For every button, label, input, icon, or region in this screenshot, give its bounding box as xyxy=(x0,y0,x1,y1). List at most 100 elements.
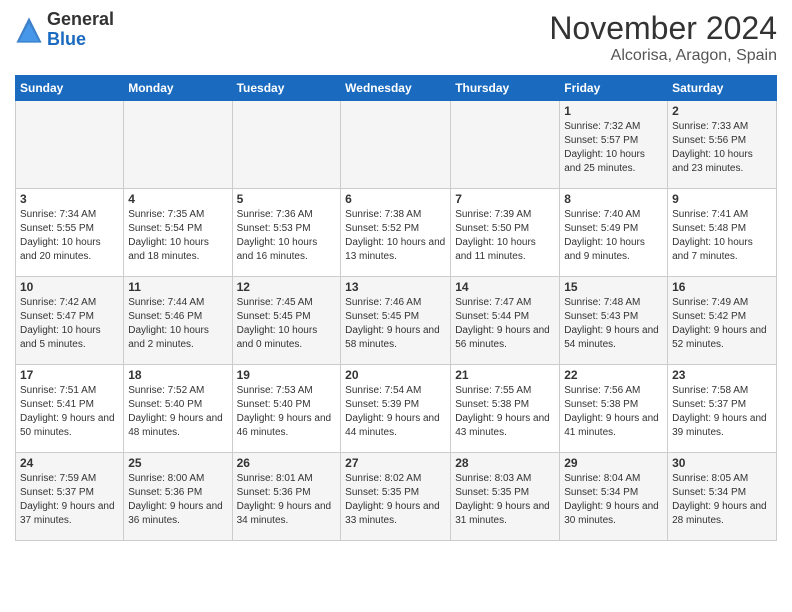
header: General Blue November 2024 Alcorisa, Ara… xyxy=(15,10,777,65)
calendar-cell: 28 Sunrise: 8:03 AM Sunset: 5:35 PM Dayli… xyxy=(451,453,560,541)
month-title: November 2024 xyxy=(549,10,777,47)
calendar-cell: 10 Sunrise: 7:42 AM Sunset: 5:47 PM Dayli… xyxy=(16,277,124,365)
day-info: Sunrise: 8:00 AM Sunset: 5:36 PM Dayligh… xyxy=(128,472,227,528)
day-number: 2 xyxy=(672,104,772,118)
day-info: Sunrise: 7:39 AM Sunset: 5:50 PM Dayligh… xyxy=(455,208,555,264)
day-number: 28 xyxy=(455,456,555,470)
day-number: 15 xyxy=(564,280,663,294)
day-number: 14 xyxy=(455,280,555,294)
logo: General Blue xyxy=(15,10,114,50)
day-number: 26 xyxy=(237,456,337,470)
day-info: Sunrise: 7:59 AM Sunset: 5:37 PM Dayligh… xyxy=(20,472,119,528)
day-info: Sunrise: 7:52 AM Sunset: 5:40 PM Dayligh… xyxy=(128,384,227,440)
day-info: Sunrise: 7:42 AM Sunset: 5:47 PM Dayligh… xyxy=(20,296,119,352)
calendar-cell: 1 Sunrise: 7:32 AM Sunset: 5:57 PM Daylig… xyxy=(560,101,668,189)
day-number: 21 xyxy=(455,368,555,382)
day-number: 6 xyxy=(345,192,446,206)
calendar-cell: 15 Sunrise: 7:48 AM Sunset: 5:43 PM Dayli… xyxy=(560,277,668,365)
day-info: Sunrise: 8:03 AM Sunset: 5:35 PM Dayligh… xyxy=(455,472,555,528)
calendar-cell: 27Sunrise: 8:02 AM Sunset: 5:35 PM Dayli… xyxy=(341,453,451,541)
logo-blue: Blue xyxy=(47,29,86,49)
day-number: 20 xyxy=(345,368,446,382)
day-info: Sunrise: 7:55 AM Sunset: 5:38 PM Dayligh… xyxy=(455,384,555,440)
calendar-cell xyxy=(341,101,451,189)
day-number: 25 xyxy=(128,456,227,470)
day-number: 8 xyxy=(564,192,663,206)
day-info: Sunrise: 7:36 AM Sunset: 5:53 PM Dayligh… xyxy=(237,208,337,264)
day-info: Sunrise: 8:01 AM Sunset: 5:36 PM Dayligh… xyxy=(237,472,337,528)
calendar-cell: 14Sunrise: 7:47 AM Sunset: 5:44 PM Dayli… xyxy=(451,277,560,365)
weekday-header-wednesday: Wednesday xyxy=(341,76,451,101)
calendar-cell xyxy=(451,101,560,189)
calendar-cell xyxy=(124,101,232,189)
day-number: 17 xyxy=(20,368,119,382)
day-info: Sunrise: 7:53 AM Sunset: 5:40 PM Dayligh… xyxy=(237,384,337,440)
day-info: Sunrise: 7:32 AM Sunset: 5:57 PM Dayligh… xyxy=(564,120,663,176)
day-number: 4 xyxy=(128,192,227,206)
weekday-header-saturday: Saturday xyxy=(668,76,777,101)
logo-text: General Blue xyxy=(47,10,114,50)
calendar-cell: 2 Sunrise: 7:33 AM Sunset: 5:56 PM Daylig… xyxy=(668,101,777,189)
day-info: Sunrise: 7:34 AM Sunset: 5:55 PM Dayligh… xyxy=(20,208,119,264)
day-info: Sunrise: 7:33 AM Sunset: 5:56 PM Dayligh… xyxy=(672,120,772,176)
weekday-header-monday: Monday xyxy=(124,76,232,101)
day-number: 1 xyxy=(564,104,663,118)
day-info: Sunrise: 7:45 AM Sunset: 5:45 PM Dayligh… xyxy=(237,296,337,352)
day-number: 10 xyxy=(20,280,119,294)
day-info: Sunrise: 8:04 AM Sunset: 5:34 PM Dayligh… xyxy=(564,472,663,528)
day-number: 11 xyxy=(128,280,227,294)
day-number: 24 xyxy=(20,456,119,470)
calendar-cell: 7Sunrise: 7:39 AM Sunset: 5:50 PM Daylig… xyxy=(451,189,560,277)
calendar-week-row: 1 Sunrise: 7:32 AM Sunset: 5:57 PM Daylig… xyxy=(16,101,777,189)
day-number: 18 xyxy=(128,368,227,382)
calendar-cell: 22 Sunrise: 7:56 AM Sunset: 5:38 PM Dayli… xyxy=(560,365,668,453)
title-block: November 2024 Alcorisa, Aragon, Spain xyxy=(549,10,777,65)
day-info: Sunrise: 7:44 AM Sunset: 5:46 PM Dayligh… xyxy=(128,296,227,352)
logo-general: General xyxy=(47,9,114,29)
day-number: 22 xyxy=(564,368,663,382)
calendar-week-row: 17Sunrise: 7:51 AM Sunset: 5:41 PM Dayli… xyxy=(16,365,777,453)
day-info: Sunrise: 7:40 AM Sunset: 5:49 PM Dayligh… xyxy=(564,208,663,264)
day-number: 5 xyxy=(237,192,337,206)
calendar-cell xyxy=(232,101,341,189)
day-number: 27 xyxy=(345,456,446,470)
day-number: 12 xyxy=(237,280,337,294)
day-number: 16 xyxy=(672,280,772,294)
weekday-header-sunday: Sunday xyxy=(16,76,124,101)
day-info: Sunrise: 7:49 AM Sunset: 5:42 PM Dayligh… xyxy=(672,296,772,352)
calendar-cell: 3 Sunrise: 7:34 AM Sunset: 5:55 PM Daylig… xyxy=(16,189,124,277)
location: Alcorisa, Aragon, Spain xyxy=(549,47,777,65)
calendar-cell: 8 Sunrise: 7:40 AM Sunset: 5:49 PM Daylig… xyxy=(560,189,668,277)
day-number: 9 xyxy=(672,192,772,206)
calendar-cell: 26 Sunrise: 8:01 AM Sunset: 5:36 PM Dayli… xyxy=(232,453,341,541)
day-info: Sunrise: 7:48 AM Sunset: 5:43 PM Dayligh… xyxy=(564,296,663,352)
calendar-cell: 5 Sunrise: 7:36 AM Sunset: 5:53 PM Daylig… xyxy=(232,189,341,277)
day-info: Sunrise: 7:38 AM Sunset: 5:52 PM Dayligh… xyxy=(345,208,446,264)
day-number: 29 xyxy=(564,456,663,470)
calendar-cell: 24 Sunrise: 7:59 AM Sunset: 5:37 PM Dayli… xyxy=(16,453,124,541)
calendar-cell: 18 Sunrise: 7:52 AM Sunset: 5:40 PM Dayli… xyxy=(124,365,232,453)
calendar-cell: 29 Sunrise: 8:04 AM Sunset: 5:34 PM Dayli… xyxy=(560,453,668,541)
day-number: 13 xyxy=(345,280,446,294)
day-info: Sunrise: 7:46 AM Sunset: 5:45 PM Dayligh… xyxy=(345,296,446,352)
calendar-week-row: 3 Sunrise: 7:34 AM Sunset: 5:55 PM Daylig… xyxy=(16,189,777,277)
calendar-cell: 20Sunrise: 7:54 AM Sunset: 5:39 PM Dayli… xyxy=(341,365,451,453)
calendar-cell: 30 Sunrise: 8:05 AM Sunset: 5:34 PM Dayli… xyxy=(668,453,777,541)
day-info: Sunrise: 7:56 AM Sunset: 5:38 PM Dayligh… xyxy=(564,384,663,440)
calendar-cell: 16 Sunrise: 7:49 AM Sunset: 5:42 PM Dayli… xyxy=(668,277,777,365)
day-info: Sunrise: 8:05 AM Sunset: 5:34 PM Dayligh… xyxy=(672,472,772,528)
day-info: Sunrise: 7:58 AM Sunset: 5:37 PM Dayligh… xyxy=(672,384,772,440)
calendar-cell: 21 Sunrise: 7:55 AM Sunset: 5:38 PM Dayli… xyxy=(451,365,560,453)
day-number: 30 xyxy=(672,456,772,470)
calendar-cell: 4 Sunrise: 7:35 AM Sunset: 5:54 PM Daylig… xyxy=(124,189,232,277)
calendar-cell: 12 Sunrise: 7:45 AM Sunset: 5:45 PM Dayli… xyxy=(232,277,341,365)
weekday-header-row: SundayMondayTuesdayWednesdayThursdayFrid… xyxy=(16,76,777,101)
calendar-cell: 13 Sunrise: 7:46 AM Sunset: 5:45 PM Dayli… xyxy=(341,277,451,365)
day-number: 3 xyxy=(20,192,119,206)
day-number: 23 xyxy=(672,368,772,382)
logo-icon xyxy=(15,16,43,44)
day-info: Sunrise: 7:35 AM Sunset: 5:54 PM Dayligh… xyxy=(128,208,227,264)
calendar-week-row: 10 Sunrise: 7:42 AM Sunset: 5:47 PM Dayli… xyxy=(16,277,777,365)
calendar-cell: 17Sunrise: 7:51 AM Sunset: 5:41 PM Dayli… xyxy=(16,365,124,453)
calendar-week-row: 24 Sunrise: 7:59 AM Sunset: 5:37 PM Dayli… xyxy=(16,453,777,541)
